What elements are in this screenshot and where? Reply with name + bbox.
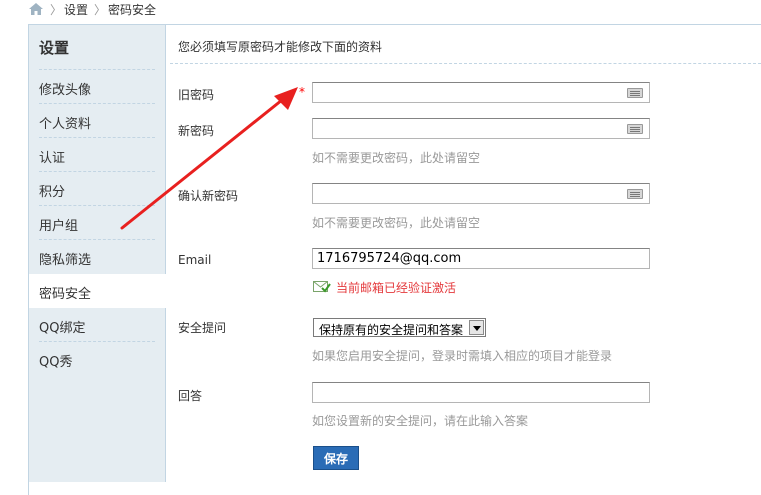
annotation-arrow bbox=[120, 87, 298, 230]
